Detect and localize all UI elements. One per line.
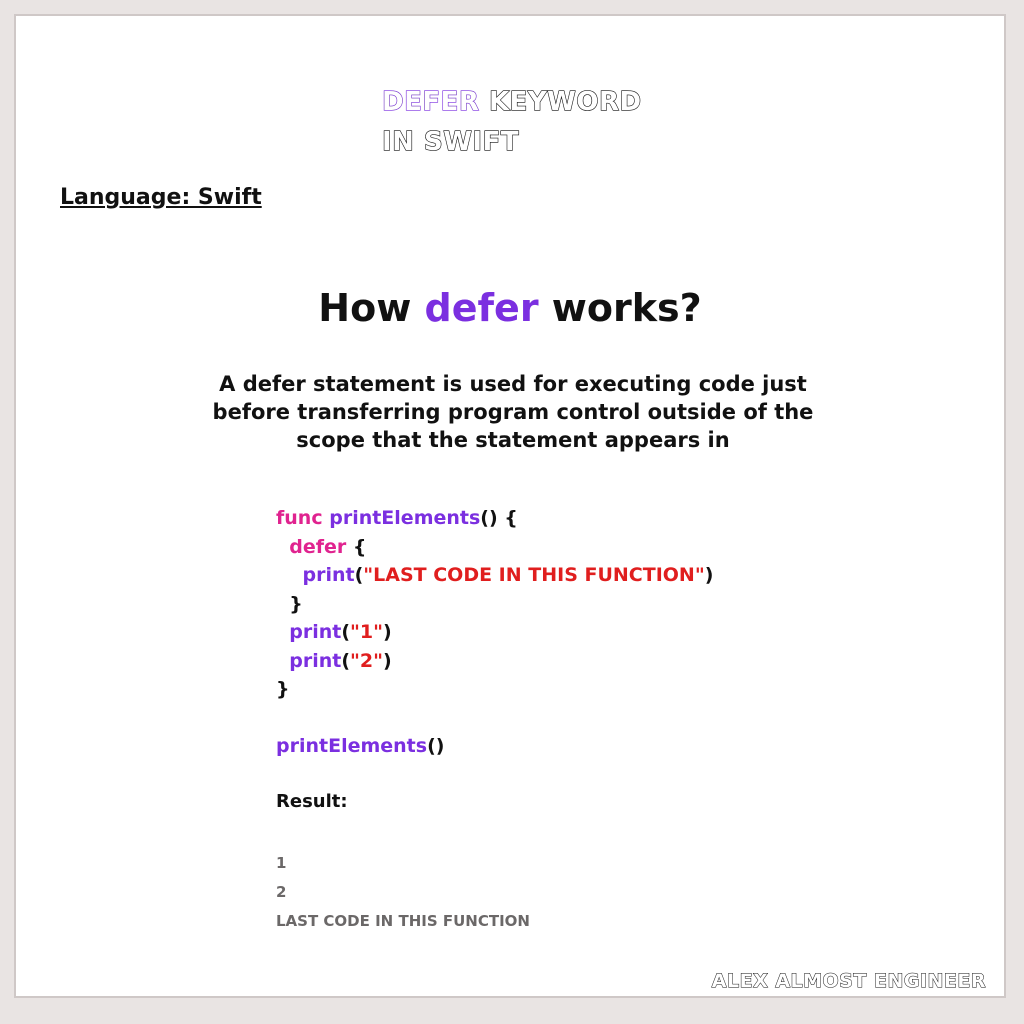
code-brace: } (276, 678, 290, 700)
code-keyword-defer: defer (289, 535, 347, 558)
title-accent: DEFER (381, 86, 480, 117)
code-string: "1" (350, 621, 384, 643)
code-line1-rest: () { (480, 507, 518, 529)
code-block: func printElements() { defer { print("LA… (276, 507, 714, 757)
code-brace: } (289, 592, 303, 615)
heading-post: works? (538, 286, 702, 330)
code-function-name: printElements (329, 507, 481, 529)
code-call-function: printElements (276, 735, 428, 757)
heading-accent: defer (424, 286, 539, 330)
output-line: 2 (276, 883, 287, 901)
language-label: Language: Swift (60, 185, 262, 210)
result-label: Result: (276, 791, 348, 812)
title-rest: KEYWORD (479, 86, 642, 117)
code-print-call: print (289, 621, 342, 643)
author-signature: ALEX ALMOST ENGINEER (711, 970, 986, 993)
output-line: 1 (276, 854, 287, 872)
code-line2-rest: { (346, 535, 367, 558)
description-text: A defer statement is used for executing … (212, 372, 814, 452)
code-print-call: print (302, 564, 355, 586)
content-card: DEFER KEYWORD IN SWIFT Language: Swift H… (14, 14, 1006, 998)
page-title: DEFER KEYWORD IN SWIFT (381, 82, 642, 162)
code-string: "LAST CODE IN THIS FUNCTION" (363, 564, 705, 586)
output-line: LAST CODE IN THIS FUNCTION (276, 912, 530, 930)
code-keyword-func: func (276, 507, 323, 529)
code-print-call: print (289, 649, 342, 672)
code-string: "2" (350, 649, 384, 672)
heading-pre: How (318, 286, 425, 330)
section-heading: How defer works? (16, 286, 1004, 330)
code-call-rest: () (427, 735, 445, 757)
output-list: 1 2 LAST CODE IN THIS FUNCTION (276, 849, 530, 936)
title-line2: IN SWIFT (381, 126, 520, 157)
